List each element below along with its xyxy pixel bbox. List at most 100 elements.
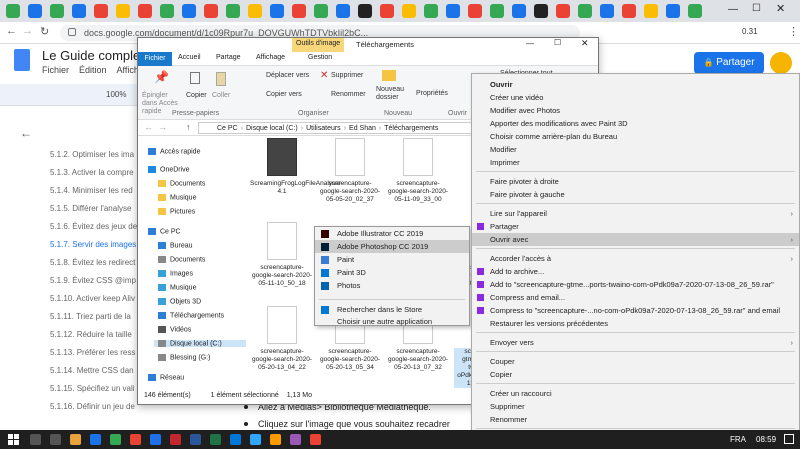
outline-item[interactable]: 5.1.14. Mettre CSS dan bbox=[50, 366, 134, 375]
context-menu-item[interactable]: Compress to "screencapture-...no-com-oPd… bbox=[472, 304, 799, 317]
close-button[interactable]: ✕ bbox=[581, 38, 589, 49]
outline-item[interactable]: 5.1.16. Définir un jeu de bbox=[50, 402, 135, 411]
taskbar-app-icon[interactable] bbox=[110, 434, 121, 445]
open-with-item[interactable]: Paint bbox=[315, 253, 469, 266]
context-menu-item[interactable]: Faire pivoter à droite bbox=[472, 175, 799, 188]
copy-to-button[interactable]: Copier vers bbox=[266, 91, 302, 98]
browser-tab-favicon-icon[interactable] bbox=[182, 4, 196, 18]
clock[interactable]: 08:59 bbox=[756, 435, 776, 444]
browser-tab-favicon-icon[interactable] bbox=[380, 4, 394, 18]
open-with-item[interactable]: Paint 3D bbox=[315, 266, 469, 279]
minimize-window-button[interactable]: — bbox=[728, 4, 738, 15]
browser-tab-favicon-icon[interactable] bbox=[424, 4, 438, 18]
breadcrumb-item[interactable]: Utilisateurs bbox=[306, 125, 341, 132]
nav-item[interactable]: Images bbox=[158, 270, 193, 277]
breadcrumb-item[interactable]: Disque local (C:) bbox=[246, 125, 298, 132]
context-menu-item[interactable]: Modifier bbox=[472, 143, 799, 156]
language-indicator[interactable]: FRA bbox=[730, 435, 746, 444]
browser-tab-favicon-icon[interactable] bbox=[666, 4, 680, 18]
context-menu-item[interactable]: Add to archive... bbox=[472, 265, 799, 278]
taskbar-app-icon[interactable] bbox=[130, 434, 141, 445]
file-name[interactable]: screencapture-google-search-2020-05-11-1… bbox=[250, 264, 314, 288]
file-name[interactable]: ScreamingFrogLogFileAnalyser-4.1 bbox=[250, 180, 343, 196]
context-menu-item[interactable]: Ouvrir avec › bbox=[472, 233, 799, 246]
file-thumbnail[interactable] bbox=[335, 138, 365, 176]
file-thumbnail[interactable] bbox=[267, 306, 297, 344]
maximize-window-button[interactable]: ☐ bbox=[752, 3, 761, 14]
nav-item[interactable]: Disque local (C:) bbox=[154, 340, 246, 348]
docs-menu-item[interactable]: Édition bbox=[79, 65, 107, 75]
browser-tab-favicon-icon[interactable] bbox=[534, 4, 548, 18]
breadcrumb-item[interactable]: Téléchargements bbox=[384, 125, 438, 132]
context-menu-item[interactable]: Apporter des modifications avec Paint 3D bbox=[472, 117, 799, 130]
context-menu-item[interactable]: Modifier avec Photos bbox=[472, 104, 799, 117]
browser-tab-favicon-icon[interactable] bbox=[292, 4, 306, 18]
taskbar-app-icon[interactable] bbox=[30, 434, 41, 445]
browser-tab-favicon-icon[interactable] bbox=[644, 4, 658, 18]
nav-item[interactable]: Réseau bbox=[148, 374, 184, 381]
nav-item[interactable]: Accès rapide bbox=[148, 148, 200, 155]
back-icon[interactable]: ← bbox=[6, 25, 17, 37]
nav-item[interactable]: OneDrive bbox=[148, 166, 190, 173]
notification-icon[interactable] bbox=[784, 434, 794, 444]
browser-tab-favicon-icon[interactable] bbox=[72, 4, 86, 18]
browser-tab-favicon-icon[interactable] bbox=[204, 4, 218, 18]
outline-item[interactable]: 5.1.5. Différer l'analyse bbox=[50, 204, 131, 213]
rename-button[interactable]: Renommer bbox=[331, 91, 366, 98]
new-folder-button[interactable]: Nouveau dossier bbox=[376, 86, 406, 102]
browser-tab-favicon-icon[interactable] bbox=[688, 4, 702, 18]
outline-item[interactable]: 5.1.12. Réduire la taille bbox=[50, 330, 132, 339]
browser-tab-favicon-icon[interactable] bbox=[358, 4, 372, 18]
context-menu-item[interactable]: Add to "screencapture-gtme...ports-twain… bbox=[472, 278, 799, 291]
nav-item[interactable]: Documents bbox=[158, 180, 205, 187]
open-with-item[interactable]: Choisir une autre application bbox=[315, 315, 469, 328]
browser-tab-favicon-icon[interactable] bbox=[490, 4, 504, 18]
avatar[interactable] bbox=[770, 52, 792, 74]
maximize-button[interactable]: ☐ bbox=[554, 38, 561, 47]
nav-item[interactable]: Documents bbox=[158, 256, 205, 263]
browser-tab-favicon-icon[interactable] bbox=[600, 4, 614, 18]
image-tools-tab[interactable]: Outils d'image bbox=[292, 38, 345, 52]
reload-icon[interactable]: ↻ bbox=[40, 25, 49, 38]
browser-tab-favicon-icon[interactable] bbox=[622, 4, 636, 18]
paste-button[interactable]: Coller bbox=[212, 92, 230, 99]
file-name[interactable]: screencapture-google-search-2020-05-11-0… bbox=[386, 180, 450, 204]
context-menu-item[interactable]: Renommer bbox=[472, 413, 799, 426]
browser-tab-favicon-icon[interactable] bbox=[28, 4, 42, 18]
outline-item[interactable]: 5.1.2. Optimiser les ima bbox=[50, 150, 134, 159]
browser-tab-favicon-icon[interactable] bbox=[138, 4, 152, 18]
nav-item[interactable]: Objets 3D bbox=[158, 298, 201, 305]
outline-item[interactable]: 5.1.11. Triez parti de la bbox=[50, 312, 131, 321]
docs-logo-icon[interactable] bbox=[14, 49, 30, 71]
outline-item[interactable]: 5.1.9. Évitez CSS @imp bbox=[50, 276, 136, 285]
breadcrumb-item[interactable]: Ce PC bbox=[217, 125, 238, 132]
browser-tab-favicon-icon[interactable] bbox=[270, 4, 284, 18]
file-thumbnail[interactable] bbox=[403, 138, 433, 176]
nav-item[interactable]: Musique bbox=[158, 284, 196, 291]
taskbar-app-icon[interactable] bbox=[90, 434, 101, 445]
context-menu-item[interactable]: Compress and email... bbox=[472, 291, 799, 304]
forward-icon[interactable]: → bbox=[22, 25, 33, 37]
nav-item[interactable]: Blessing (G:) bbox=[158, 354, 210, 361]
browser-tab-favicon-icon[interactable] bbox=[314, 4, 328, 18]
context-menu-item[interactable]: Lire sur l'appareil › bbox=[472, 207, 799, 220]
outline-item[interactable]: 5.1.10. Activer keep Aliv bbox=[50, 294, 135, 303]
nav-item[interactable]: Téléchargements bbox=[158, 312, 224, 319]
browser-tab-favicon-icon[interactable] bbox=[50, 4, 64, 18]
context-menu-item[interactable]: Copier bbox=[472, 368, 799, 381]
outline-item[interactable]: 5.1.13. Préférer les ress bbox=[50, 348, 135, 357]
context-menu-item[interactable]: Envoyer vers › bbox=[472, 336, 799, 349]
browser-tab-favicon-icon[interactable] bbox=[446, 4, 460, 18]
browser-tab-favicon-icon[interactable] bbox=[116, 4, 130, 18]
browser-tab-favicon-icon[interactable] bbox=[226, 4, 240, 18]
move-to-button[interactable]: Déplacer vers bbox=[266, 72, 309, 79]
context-menu-item[interactable]: Imprimer bbox=[472, 156, 799, 169]
close-window-button[interactable]: ✕ bbox=[776, 2, 785, 15]
browser-tab-favicon-icon[interactable] bbox=[556, 4, 570, 18]
taskbar-app-icon[interactable] bbox=[210, 434, 221, 445]
context-menu-item[interactable]: Ouvrir bbox=[472, 78, 799, 91]
menu-kebab-icon[interactable]: ⋮ bbox=[788, 25, 799, 38]
taskbar-app-icon[interactable] bbox=[230, 434, 241, 445]
nav-item[interactable]: Vidéos bbox=[158, 326, 191, 333]
context-menu-item[interactable]: Créer un raccourci bbox=[472, 387, 799, 400]
